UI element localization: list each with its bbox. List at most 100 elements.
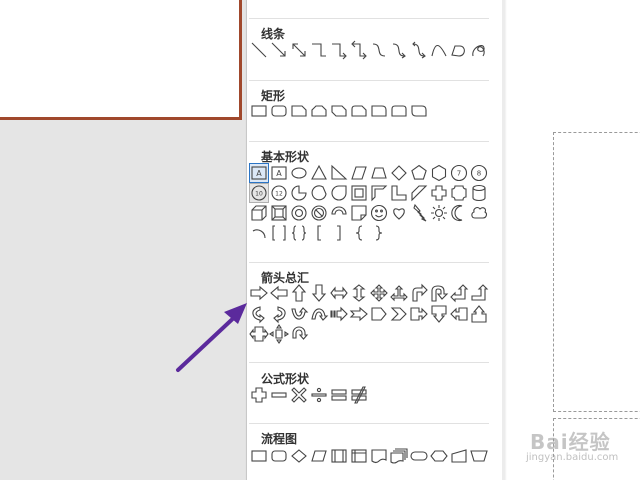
trapezoid-icon[interactable]: [369, 163, 389, 183]
curved-connector-icon[interactable]: [369, 40, 389, 60]
decision-icon[interactable]: [289, 446, 309, 466]
heptagon-icon[interactable]: 7: [449, 163, 469, 183]
right-bracket-icon[interactable]: [329, 223, 349, 243]
snip-round-single-corner-rectangle-icon[interactable]: [349, 101, 369, 121]
multiply-icon[interactable]: [289, 385, 309, 405]
manual-input-icon[interactable]: [449, 446, 469, 466]
notched-right-arrow-icon[interactable]: [349, 304, 369, 324]
curved-left-arrow-icon[interactable]: [269, 304, 289, 324]
isosceles-triangle-icon[interactable]: [309, 163, 329, 183]
double-bracket-icon[interactable]: [269, 223, 289, 243]
text-box-icon[interactable]: A: [249, 163, 269, 183]
can-icon[interactable]: [469, 183, 489, 203]
chevron-icon[interactable]: [389, 304, 409, 324]
data-icon[interactable]: [309, 446, 329, 466]
cloud-icon[interactable]: [469, 203, 489, 223]
right-brace-icon[interactable]: [369, 223, 389, 243]
plus-icon[interactable]: [249, 385, 269, 405]
left-arrow-callout-icon[interactable]: [449, 304, 469, 324]
curved-partial-icon[interactable]: [269, 0, 289, 8]
circular-arrow-icon[interactable]: [289, 324, 309, 344]
curved-arrow-connector-icon[interactable]: [389, 40, 409, 60]
pentagon-icon[interactable]: [409, 163, 429, 183]
bent-arrow-icon[interactable]: [409, 283, 429, 303]
document-icon[interactable]: [369, 446, 389, 466]
oval-icon[interactable]: [289, 163, 309, 183]
vertical-text-box-icon[interactable]: A: [269, 163, 289, 183]
l-shape-icon[interactable]: [389, 183, 409, 203]
right-triangle-icon[interactable]: [329, 163, 349, 183]
diagonal-stripe-icon[interactable]: [409, 183, 429, 203]
alternate-process-icon[interactable]: [269, 446, 289, 466]
elbow-double-arrow-connector-icon[interactable]: [349, 40, 369, 60]
not-equal-icon[interactable]: [349, 385, 369, 405]
pentagon-arrow-icon[interactable]: [369, 304, 389, 324]
parallelogram-icon[interactable]: [349, 163, 369, 183]
snip-same-side-corner-rectangle-icon[interactable]: [309, 101, 329, 121]
left-right-arrow-callout-icon[interactable]: [249, 324, 269, 344]
elbow-connector-icon[interactable]: [309, 40, 329, 60]
elbow-arrow-connector-icon[interactable]: [329, 40, 349, 60]
decagon-icon[interactable]: 10: [249, 183, 269, 203]
plaque-icon[interactable]: [449, 183, 469, 203]
left-right-up-arrow-icon[interactable]: [389, 283, 409, 303]
left-brace-icon[interactable]: [349, 223, 369, 243]
gallery-scrollbar[interactable]: [502, 0, 505, 480]
equal-icon[interactable]: [329, 385, 349, 405]
quad-arrow-icon[interactable]: [369, 283, 389, 303]
frame-icon[interactable]: [349, 183, 369, 203]
arc-icon[interactable]: [249, 223, 269, 243]
left-arrow-icon[interactable]: [269, 283, 289, 303]
bevel-icon[interactable]: [269, 203, 289, 223]
folded-corner-icon[interactable]: [349, 203, 369, 223]
down-arrow-icon[interactable]: [309, 283, 329, 303]
round-same-side-corner-rectangle-icon[interactable]: [389, 101, 409, 121]
lightning-bolt-icon[interactable]: [409, 203, 429, 223]
no-symbol-icon[interactable]: [309, 203, 329, 223]
quad-arrow-callout-icon[interactable]: [269, 324, 289, 344]
curve-icon[interactable]: [429, 40, 449, 60]
scribble-icon[interactable]: [469, 40, 489, 60]
rounded-rectangle-icon[interactable]: [269, 101, 289, 121]
dodecagon-icon[interactable]: 12: [269, 183, 289, 203]
round-single-corner-rectangle-icon[interactable]: [369, 101, 389, 121]
up-down-arrow-icon[interactable]: [349, 283, 369, 303]
left-bracket-icon[interactable]: [309, 223, 329, 243]
moon-icon[interactable]: [449, 203, 469, 223]
half-frame-icon[interactable]: [369, 183, 389, 203]
predefined-process-icon[interactable]: [329, 446, 349, 466]
line-icon[interactable]: [249, 40, 269, 60]
down-arrow-callout-icon[interactable]: [429, 304, 449, 324]
diamond-icon[interactable]: [389, 163, 409, 183]
rectangle-icon[interactable]: [249, 101, 269, 121]
striped-right-arrow-icon[interactable]: [329, 304, 349, 324]
teardrop-icon[interactable]: [329, 183, 349, 203]
sun-icon[interactable]: [429, 203, 449, 223]
snip-single-corner-rectangle-icon[interactable]: [289, 101, 309, 121]
bent-up-arrow-icon[interactable]: [469, 283, 489, 303]
slide-thumbnail[interactable]: [0, 0, 242, 120]
multidocument-icon[interactable]: [389, 446, 409, 466]
heart-icon[interactable]: [389, 203, 409, 223]
terminator-icon[interactable]: [409, 446, 429, 466]
pie-icon[interactable]: [289, 183, 309, 203]
partial-4-icon[interactable]: [309, 0, 329, 8]
left-right-arrow-icon[interactable]: [329, 283, 349, 303]
u-turn-arrow-icon[interactable]: [429, 283, 449, 303]
plaque-partial-icon[interactable]: [249, 0, 269, 8]
double-arrow-line-icon[interactable]: [289, 40, 309, 60]
partial-3-icon[interactable]: [289, 0, 309, 8]
divide-icon[interactable]: [309, 385, 329, 405]
up-arrow-callout-icon[interactable]: [469, 304, 489, 324]
curved-right-arrow-icon[interactable]: [249, 304, 269, 324]
manual-operation-icon[interactable]: [469, 446, 489, 466]
cross-icon[interactable]: [429, 183, 449, 203]
chord-icon[interactable]: [309, 183, 329, 203]
process-icon[interactable]: [249, 446, 269, 466]
double-brace-icon[interactable]: [289, 223, 309, 243]
up-arrow-icon[interactable]: [289, 283, 309, 303]
hexagon-icon[interactable]: [429, 163, 449, 183]
right-arrow-icon[interactable]: [249, 283, 269, 303]
right-arrow-callout-icon[interactable]: [409, 304, 429, 324]
internal-storage-icon[interactable]: [349, 446, 369, 466]
